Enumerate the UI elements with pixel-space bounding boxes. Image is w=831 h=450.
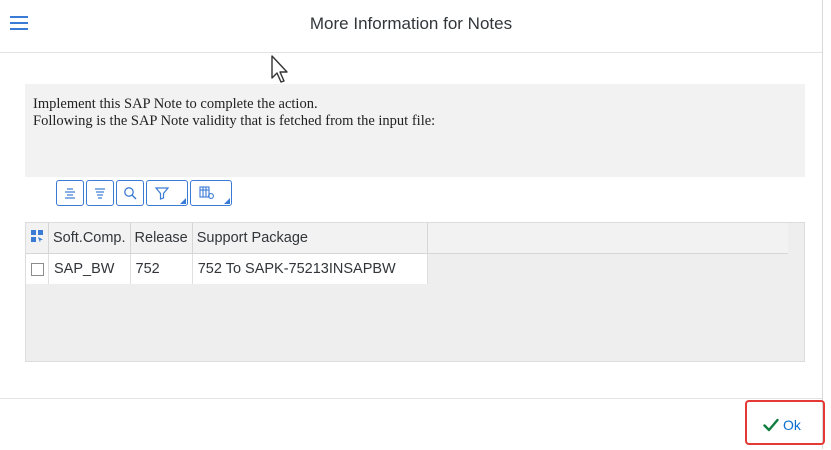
table-settings-icon[interactable] bbox=[190, 180, 232, 206]
dialog-footer bbox=[0, 398, 822, 450]
dialog-title: More Information for Notes bbox=[309, 14, 513, 33]
align-justify-icon[interactable] bbox=[86, 180, 114, 206]
message-box: Implement this SAP Note to complete the … bbox=[25, 84, 805, 177]
select-all-icon[interactable] bbox=[26, 223, 49, 254]
message-line-1: Implement this SAP Note to complete the … bbox=[33, 96, 318, 112]
cell-support-package: 752 To SAPK-75213INSAPBW bbox=[192, 253, 428, 284]
filter-icon[interactable] bbox=[146, 180, 188, 206]
checkmark-icon bbox=[763, 418, 779, 432]
ok-button[interactable]: Ok bbox=[751, 412, 813, 438]
column-support-package[interactable]: Support Package bbox=[192, 223, 428, 254]
table-header-row: Soft.Comp. Release Support Package bbox=[26, 223, 788, 254]
dialog-header: More Information for Notes bbox=[0, 0, 822, 53]
cell-soft-comp: SAP_BW bbox=[48, 253, 131, 284]
ok-button-label: Ok bbox=[783, 417, 801, 433]
table-toolbar bbox=[56, 180, 232, 206]
search-icon[interactable] bbox=[116, 180, 144, 206]
table-row[interactable]: SAP_BW 752 752 To SAPK-75213INSAPBW bbox=[26, 253, 788, 284]
row-select-checkbox[interactable] bbox=[26, 253, 49, 284]
column-release[interactable]: Release bbox=[130, 223, 193, 254]
more-information-dialog: More Information for Notes Implement thi… bbox=[0, 0, 823, 449]
message-line-2: Following is the SAP Note validity that … bbox=[33, 113, 436, 129]
column-soft-comp[interactable]: Soft.Comp. bbox=[48, 223, 131, 254]
cell-release: 752 bbox=[130, 253, 193, 284]
column-filler bbox=[427, 223, 788, 254]
row-filler bbox=[427, 253, 788, 284]
sap-note-validity-table: Soft.Comp. Release Support Package SAP_B… bbox=[25, 222, 805, 362]
align-center-icon[interactable] bbox=[56, 180, 84, 206]
